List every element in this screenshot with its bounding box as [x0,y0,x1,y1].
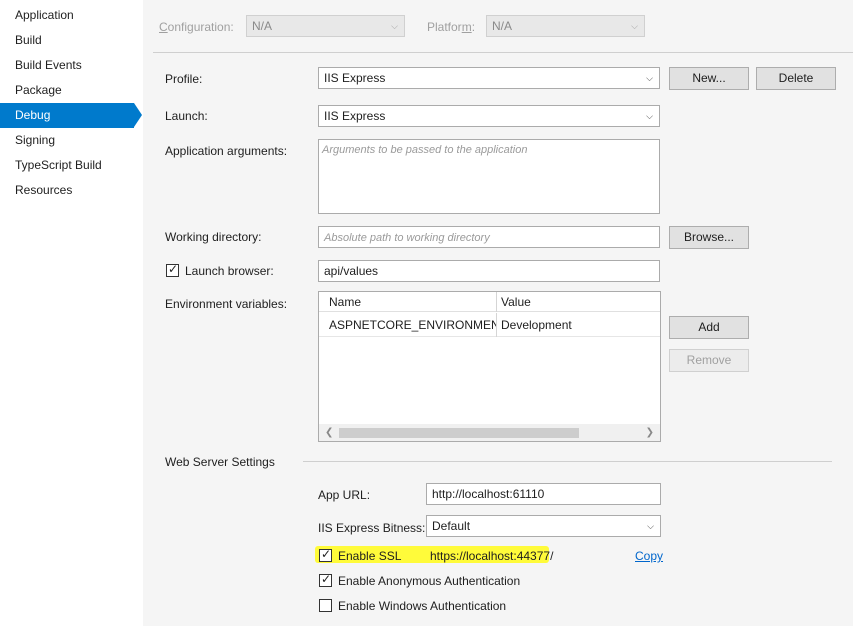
configuration-value: N/A [252,19,273,33]
browse-button[interactable]: Browse... [669,226,749,249]
launch-dropdown[interactable]: IIS Express ⌵ [318,105,660,127]
chevron-down-icon: ⌵ [646,111,653,121]
enable-ssl-checkbox[interactable]: ✓ [319,547,332,562]
ssl-url-value: https://localhost:44377/ [430,549,554,563]
profile-value: IIS Express [324,71,386,85]
working-directory-input[interactable]: Absolute path to working directory [318,226,660,248]
app-arguments-placeholder: Arguments to be passed to the applicatio… [322,144,528,156]
column-header-value[interactable]: Value [497,292,661,312]
app-url-value: http://localhost:61110 [432,487,545,501]
iis-express-bitness-dropdown[interactable]: Default ⌵ [426,515,661,537]
profile-dropdown[interactable]: IIS Express ⌵ [318,67,660,89]
enable-ssl-label: Enable SSL [338,549,402,563]
sidebar-item-build[interactable]: Build [0,28,143,53]
iis-express-bitness-value: Default [432,519,471,533]
sidebar-nav: Application Build Build Events Package D… [0,0,143,626]
profile-label: Profile: [165,72,203,86]
chevron-down-icon: ⌵ [646,73,653,83]
chevron-down-icon: ⌵ [631,21,638,31]
chevron-down-icon: ⌵ [391,21,398,31]
env-var-value-cell[interactable]: Development [497,313,661,337]
platform-value: N/A [492,19,513,33]
sidebar-item-signing[interactable]: Signing [0,128,143,153]
checkmark-icon: ✓ [168,262,179,276]
new-profile-button[interactable]: New... [669,67,749,90]
active-indicator-arrow [134,103,142,127]
section-divider [303,461,832,462]
checkmark-icon: ✓ [321,572,332,586]
enable-windows-auth-label: Enable Windows Authentication [338,599,507,613]
sidebar-item-label: Debug [15,108,51,122]
enable-anonymous-auth-label: Enable Anonymous Authentication [338,574,521,588]
platform-dropdown[interactable]: N/A ⌵ [486,15,645,37]
sidebar-item-build-events[interactable]: Build Events [0,53,143,78]
platform-label: Platform: [427,20,476,34]
sidebar-item-application[interactable]: Application [0,3,143,28]
configuration-dropdown[interactable]: N/A ⌵ [246,15,405,37]
horizontal-scrollbar[interactable]: ❮ ❯ [319,424,660,441]
launch-browser-url-value: api/values [324,264,379,278]
app-arguments-input[interactable]: Arguments to be passed to the applicatio… [318,139,660,214]
working-directory-placeholder: Absolute path to working directory [324,232,490,244]
sidebar-item-debug[interactable]: Debug [0,103,142,128]
launch-browser-label: Launch browser: [185,264,274,278]
scroll-left-icon[interactable]: ❮ [325,424,333,441]
scrollbar-thumb[interactable] [339,428,579,438]
environment-variables-grid[interactable]: Name Value ASPNETCORE_ENVIRONMENT Develo… [318,291,661,442]
iis-express-bitness-label: IIS Express Bitness: [318,521,426,535]
scroll-right-icon[interactable]: ❯ [646,424,654,441]
web-server-settings-title: Web Server Settings [165,455,275,469]
launch-label: Launch: [165,109,208,123]
enable-anonymous-auth-checkbox[interactable]: ✓ [319,572,332,587]
remove-env-var-button[interactable]: Remove [669,349,749,372]
checkmark-icon: ✓ [321,547,332,561]
sidebar-item-package[interactable]: Package [0,78,143,103]
app-url-input[interactable]: http://localhost:61110 [426,483,661,505]
environment-variables-label: Environment variables: [165,297,288,311]
sidebar-item-resources[interactable]: Resources [0,178,143,203]
launch-browser-checkbox[interactable]: ✓ [166,262,179,277]
grid-header: Name Value [319,292,660,312]
debug-settings-panel: Configuration: N/A ⌵ Platform: N/A ⌵ Pro… [143,0,853,626]
chevron-down-icon: ⌵ [647,521,654,531]
working-directory-label: Working directory: [165,230,262,244]
add-env-var-button[interactable]: Add [669,316,749,339]
header-divider [153,52,853,53]
app-arguments-label: Application arguments: [165,144,288,158]
enable-windows-auth-checkbox[interactable] [319,599,332,612]
delete-profile-button[interactable]: Delete [756,67,836,90]
configuration-label: Configuration: [159,20,234,34]
table-row[interactable]: ASPNETCORE_ENVIRONMENT Development [319,313,660,337]
sidebar-item-typescript-build[interactable]: TypeScript Build [0,153,143,178]
app-url-label: App URL: [318,488,371,502]
copy-ssl-url-link[interactable]: Copy [635,549,663,563]
launch-value: IIS Express [324,109,386,123]
launch-browser-url-input[interactable]: api/values [318,260,660,282]
env-var-name-cell[interactable]: ASPNETCORE_ENVIRONMENT [319,313,496,337]
column-header-name[interactable]: Name [319,292,496,312]
